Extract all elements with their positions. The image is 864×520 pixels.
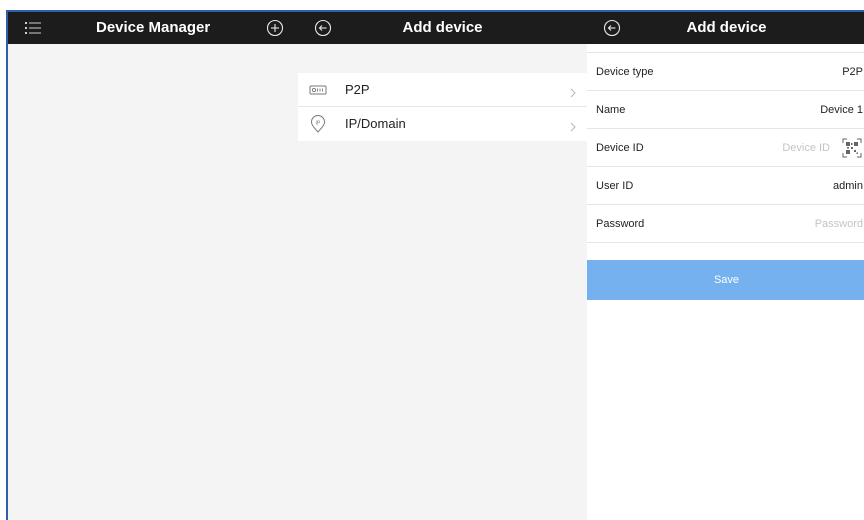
name-label: Name xyxy=(596,104,626,116)
user-id-row: User ID xyxy=(587,167,864,205)
user-id-input[interactable] xyxy=(733,176,863,196)
password-row: Password xyxy=(587,205,864,243)
menu-item-p2p[interactable]: P2P xyxy=(298,73,587,107)
device-manager-title-bar: Device Manager xyxy=(8,12,298,44)
qr-scan-icon[interactable] xyxy=(842,138,862,158)
add-device-menu-panel: Add device P2P IP IP/Domain xyxy=(298,12,587,520)
name-row: Name xyxy=(587,91,864,129)
ip-location-icon: IP xyxy=(309,115,327,133)
device-type-value: P2P xyxy=(842,66,863,78)
add-method-list: P2P IP IP/Domain xyxy=(298,73,587,141)
add-device-form-panel: Add device Device type P2P Name Device I… xyxy=(587,12,864,520)
device-id-label: Device ID xyxy=(596,142,644,154)
list-menu-icon[interactable] xyxy=(24,19,42,37)
add-device-menu-title: Add device xyxy=(402,19,483,36)
plus-circle-icon[interactable] xyxy=(266,19,284,37)
chevron-right-icon xyxy=(569,119,577,132)
menu-item-ip-domain[interactable]: IP IP/Domain xyxy=(298,107,587,141)
save-button[interactable]: Save xyxy=(587,260,864,300)
device-form: Device type P2P Name Device ID xyxy=(587,52,864,243)
password-label: Password xyxy=(596,218,645,230)
menu-item-label: IP/Domain xyxy=(345,116,406,131)
device-manager-title: Device Manager xyxy=(96,19,211,36)
add-device-menu-title-bar: Add device xyxy=(298,12,587,44)
name-input[interactable] xyxy=(733,100,863,120)
device-id-row: Device ID xyxy=(587,129,864,167)
app-frame: Device Manager Add device P2P IP IP/Doma… xyxy=(6,10,864,520)
device-id-input[interactable] xyxy=(700,138,830,158)
chevron-right-icon xyxy=(569,85,577,98)
p2p-device-icon xyxy=(309,81,327,99)
device-type-row[interactable]: Device type P2P xyxy=(587,53,864,91)
device-type-label: Device type xyxy=(596,66,654,78)
menu-item-label: P2P xyxy=(345,82,370,97)
user-id-label: User ID xyxy=(596,180,634,192)
svg-text:IP: IP xyxy=(316,120,321,126)
add-device-form-title: Add device xyxy=(686,19,767,36)
password-input[interactable] xyxy=(733,214,863,234)
add-device-form-title-bar: Add device xyxy=(587,12,864,44)
device-manager-panel: Device Manager xyxy=(8,12,298,520)
